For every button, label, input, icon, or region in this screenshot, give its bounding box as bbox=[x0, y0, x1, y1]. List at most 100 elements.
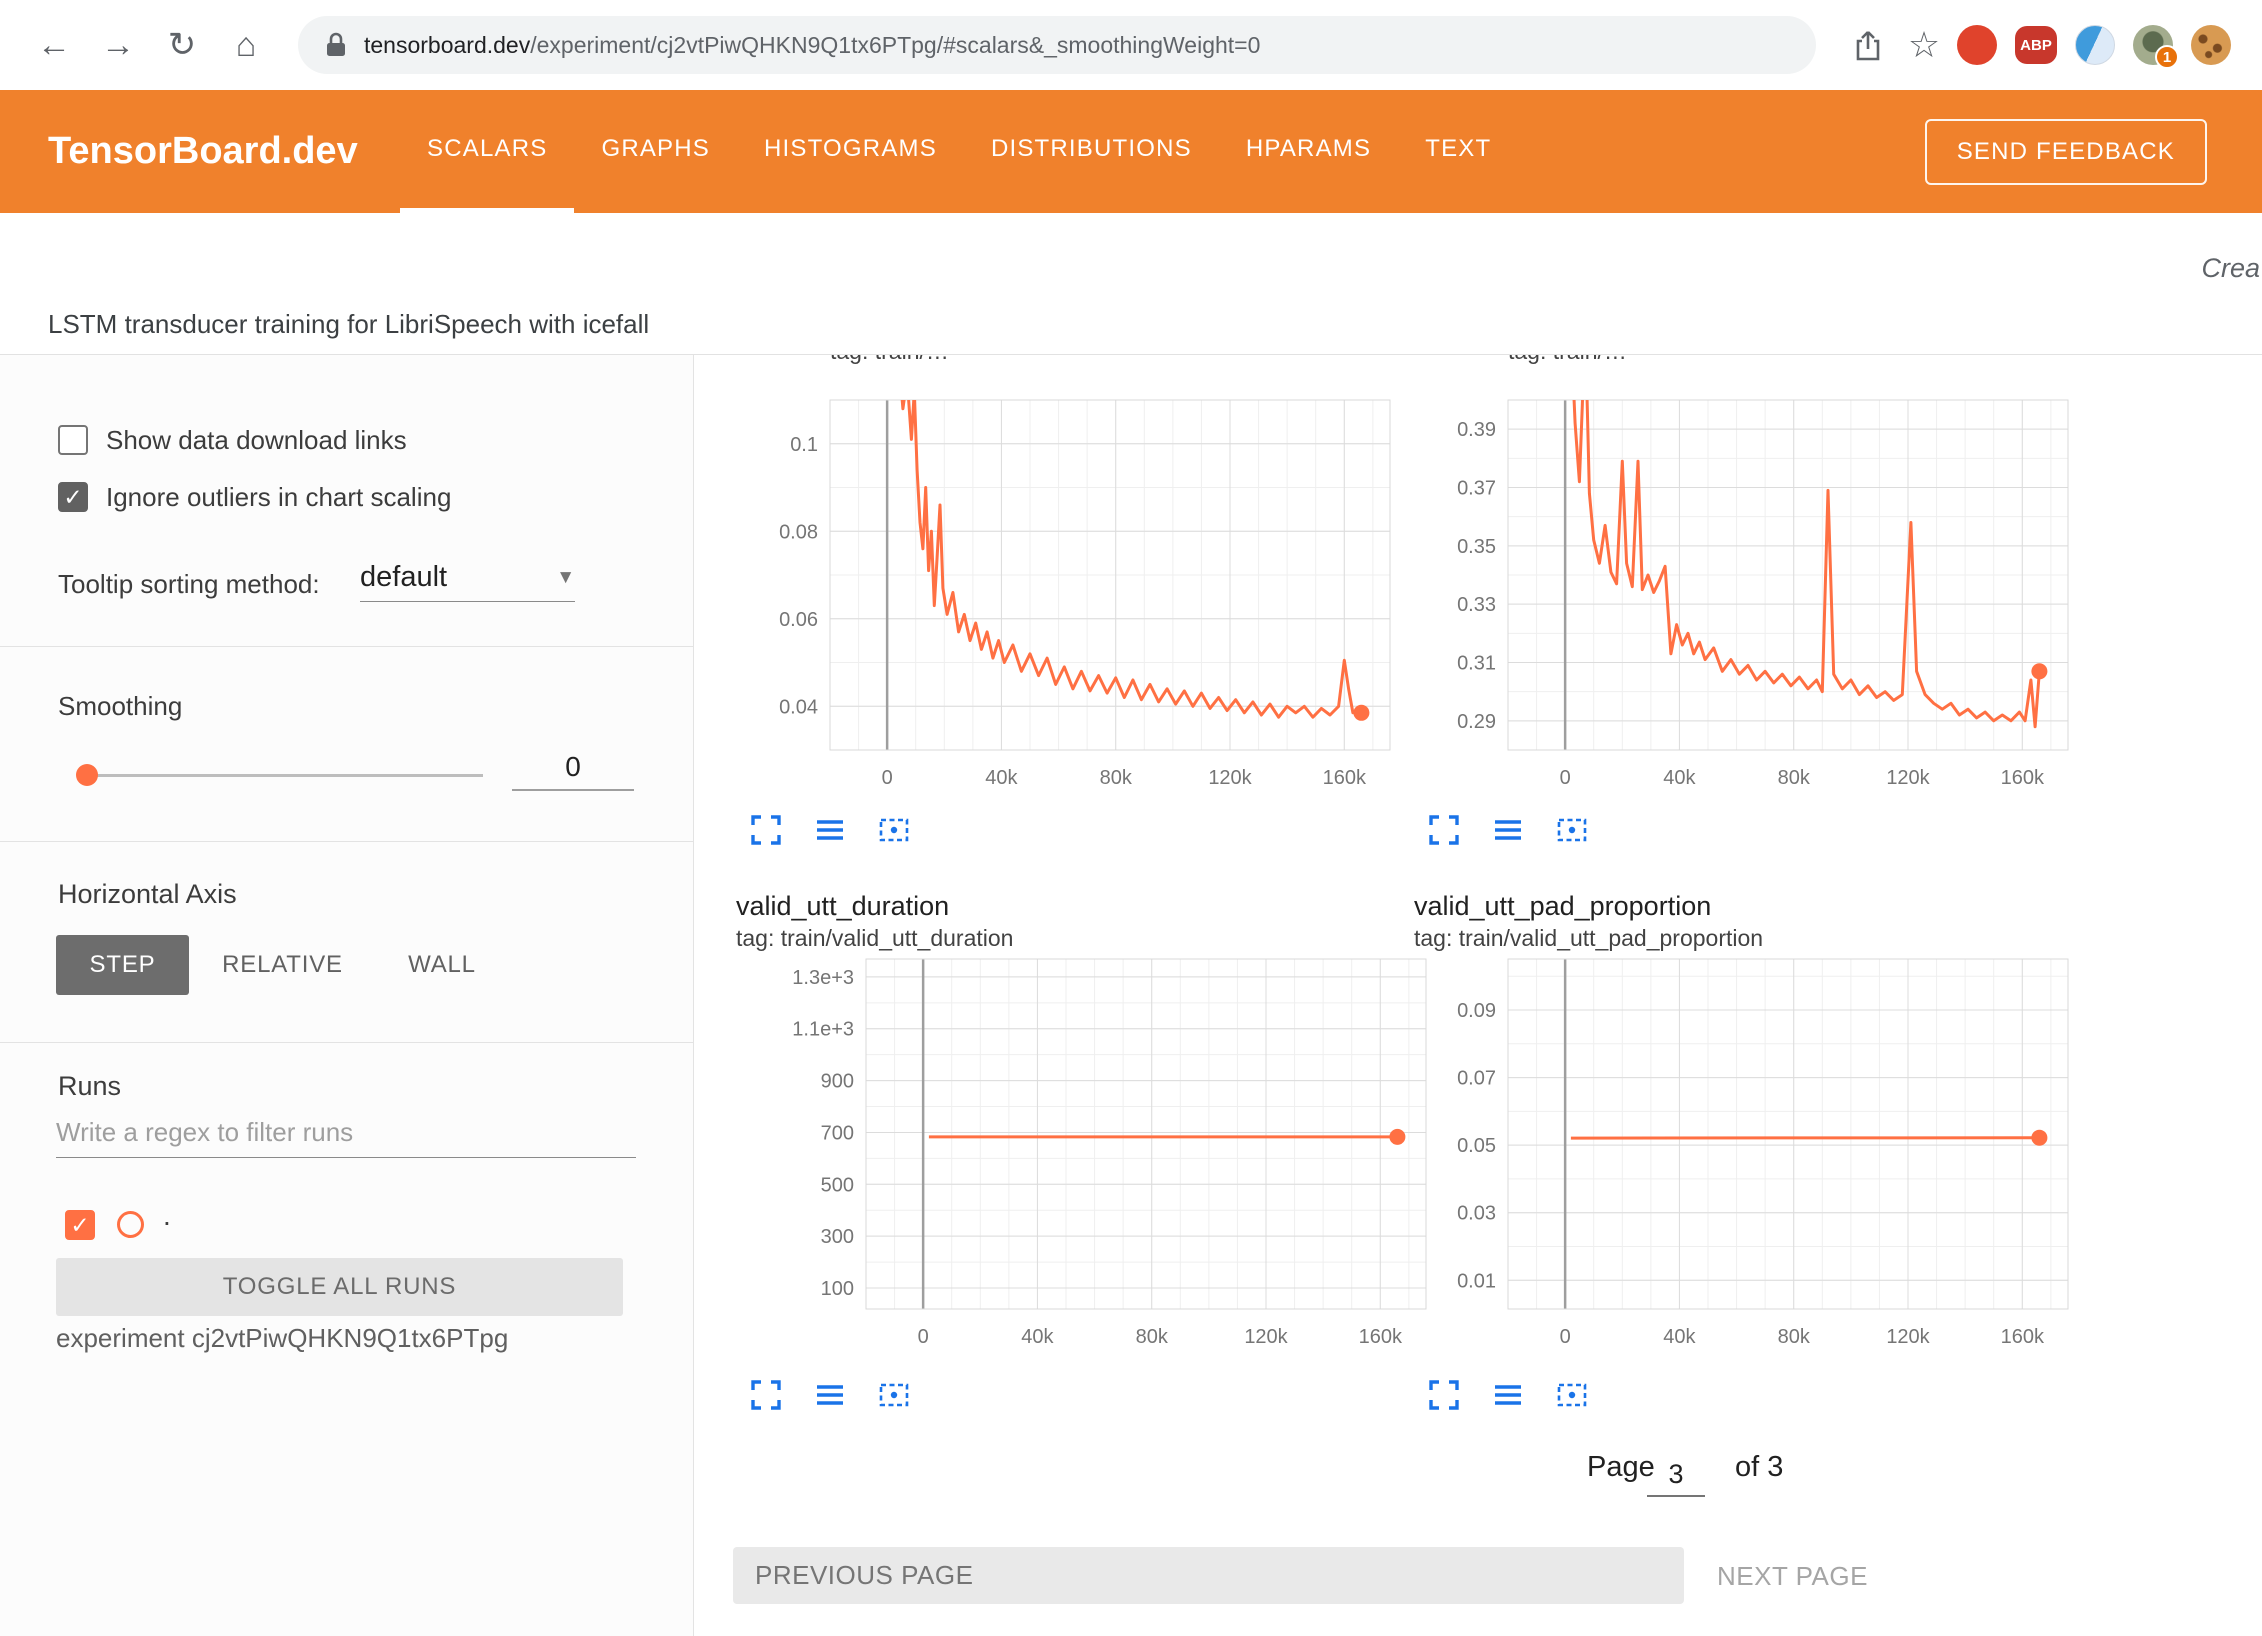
experiment-title: LSTM transducer training for LibriSpeech… bbox=[48, 309, 649, 340]
send-feedback-button[interactable]: SEND FEEDBACK bbox=[1925, 119, 2207, 185]
chart-canvas-bottom-right[interactable]: 040k80k120k160k0.010.030.050.070.09 bbox=[1424, 953, 2078, 1363]
svg-text:160k: 160k bbox=[2001, 1326, 2045, 1348]
svg-text:120k: 120k bbox=[1886, 1326, 1930, 1348]
ignore-outliers-checkbox[interactable]: ✓ bbox=[58, 482, 88, 512]
axis-relative-button[interactable]: RELATIVE bbox=[210, 935, 355, 995]
chart-tag: tag: train/valid_utt_duration bbox=[736, 925, 1013, 952]
ignore-outliers-label: Ignore outliers in chart scaling bbox=[106, 482, 451, 513]
divider bbox=[0, 841, 694, 842]
svg-text:100: 100 bbox=[821, 1278, 854, 1300]
chart-actions bbox=[749, 813, 911, 847]
smoothing-label: Smoothing bbox=[58, 691, 182, 722]
svg-text:80k: 80k bbox=[1136, 1326, 1169, 1348]
abp-extension-icon[interactable]: ABP bbox=[2015, 26, 2057, 64]
tooltip-sorting-label: Tooltip sorting method: bbox=[58, 569, 320, 600]
chart-title: valid_utt_pad_proportion bbox=[1414, 891, 1711, 922]
adblock-extension-icon[interactable] bbox=[1957, 25, 1997, 65]
svg-text:900: 900 bbox=[821, 1071, 854, 1093]
expand-chart-icon[interactable] bbox=[749, 813, 783, 847]
svg-text:1.3e+3: 1.3e+3 bbox=[792, 967, 854, 989]
svg-text:0: 0 bbox=[1560, 1326, 1571, 1348]
runs-filter-input[interactable] bbox=[56, 1108, 636, 1158]
page-label: Page bbox=[1587, 1451, 1655, 1484]
charts-panel: tag: train/… tag: train/… 040k80k120k160… bbox=[695, 355, 2262, 1636]
chart-actions bbox=[749, 1378, 911, 1412]
expand-chart-icon[interactable] bbox=[1427, 813, 1461, 847]
home-icon[interactable]: ⌂ bbox=[222, 21, 270, 69]
share-icon[interactable] bbox=[1844, 21, 1892, 69]
url-text: tensorboard.dev/experiment/cj2vtPiwQHKN9… bbox=[364, 32, 1260, 59]
svg-text:0.04: 0.04 bbox=[779, 696, 818, 718]
axis-step-button[interactable]: STEP bbox=[56, 935, 189, 995]
show-download-links-checkbox[interactable] bbox=[58, 425, 88, 455]
expand-chart-icon[interactable] bbox=[749, 1378, 783, 1412]
back-icon[interactable]: ← bbox=[30, 21, 78, 69]
svg-text:0.29: 0.29 bbox=[1457, 711, 1496, 733]
tab-distributions[interactable]: DISTRIBUTIONS bbox=[964, 90, 1219, 213]
svg-text:40k: 40k bbox=[1021, 1326, 1054, 1348]
svg-text:0: 0 bbox=[918, 1326, 929, 1348]
axis-wall-button[interactable]: WALL bbox=[392, 935, 492, 995]
tooltip-sorting-dropdown[interactable]: default ▼ bbox=[360, 561, 575, 602]
smoothing-slider-thumb[interactable] bbox=[76, 764, 98, 786]
runs-menu-icon[interactable] bbox=[813, 1378, 847, 1412]
svg-text:0.01: 0.01 bbox=[1457, 1270, 1496, 1292]
chart-canvas-bottom-left[interactable]: 040k80k120k160k1003005007009001.1e+31.3e… bbox=[782, 953, 1436, 1363]
next-page-button[interactable]: NEXT PAGE bbox=[1717, 1561, 1868, 1592]
url-path: /experiment/cj2vtPiwQHKN9Q1tx6PTpg/#scal… bbox=[530, 32, 1260, 58]
app-logo[interactable]: TensorBoard.dev bbox=[48, 130, 348, 173]
svg-text:40k: 40k bbox=[1663, 767, 1696, 789]
svg-text:500: 500 bbox=[821, 1174, 854, 1196]
tab-scalars[interactable]: SCALARS bbox=[400, 90, 574, 213]
chart-actions bbox=[1427, 813, 1589, 847]
profile-avatar[interactable]: 1 bbox=[2133, 25, 2173, 65]
svg-text:40k: 40k bbox=[985, 767, 1018, 789]
runs-menu-icon[interactable] bbox=[1491, 1378, 1525, 1412]
svg-text:700: 700 bbox=[821, 1122, 854, 1144]
svg-text:0.03: 0.03 bbox=[1457, 1203, 1496, 1225]
smoothing-value-input[interactable] bbox=[512, 745, 634, 791]
run-checkbox[interactable]: ✓ bbox=[65, 1210, 95, 1240]
svg-text:160k: 160k bbox=[2001, 767, 2045, 789]
svg-text:0.08: 0.08 bbox=[779, 521, 818, 543]
cookie-extension-icon[interactable] bbox=[2191, 25, 2231, 65]
tab-graphs[interactable]: GRAPHS bbox=[574, 90, 737, 213]
fit-domain-icon[interactable] bbox=[1555, 813, 1589, 847]
chart-canvas-top-right[interactable]: 040k80k120k160k0.290.310.330.350.370.39 bbox=[1424, 394, 2078, 804]
svg-text:0.07: 0.07 bbox=[1457, 1068, 1496, 1090]
horizontal-axis-label: Horizontal Axis bbox=[58, 879, 237, 910]
fit-domain-icon[interactable] bbox=[877, 1378, 911, 1412]
page-number-input[interactable] bbox=[1647, 1453, 1705, 1497]
previous-page-button[interactable]: PREVIOUS PAGE bbox=[733, 1547, 1684, 1604]
svg-text:0.06: 0.06 bbox=[779, 609, 818, 631]
tab-hparams[interactable]: HPARAMS bbox=[1219, 90, 1398, 213]
url-domain: tensorboard.dev bbox=[364, 32, 530, 58]
run-name-label: . bbox=[163, 1200, 171, 1232]
url-bar[interactable]: tensorboard.dev/experiment/cj2vtPiwQHKN9… bbox=[298, 16, 1816, 74]
share-icon-svg bbox=[1852, 27, 1884, 63]
refresh-icon[interactable]: ↻ bbox=[158, 21, 206, 69]
runs-menu-icon[interactable] bbox=[1491, 813, 1525, 847]
fit-domain-icon[interactable] bbox=[877, 813, 911, 847]
toggle-all-runs-button[interactable]: TOGGLE ALL RUNS bbox=[56, 1258, 623, 1316]
tab-text[interactable]: TEXT bbox=[1398, 90, 1518, 213]
settings-sidebar: Show data download links ✓ Ignore outlie… bbox=[0, 355, 694, 1636]
fit-domain-icon[interactable] bbox=[1555, 1378, 1589, 1412]
tab-histograms[interactable]: HISTOGRAMS bbox=[737, 90, 964, 213]
expand-chart-icon[interactable] bbox=[1427, 1378, 1461, 1412]
svg-text:0.09: 0.09 bbox=[1457, 1000, 1496, 1022]
runs-menu-icon[interactable] bbox=[813, 813, 847, 847]
blue-extension-icon[interactable] bbox=[2075, 25, 2115, 65]
svg-text:0.37: 0.37 bbox=[1457, 478, 1496, 500]
svg-text:80k: 80k bbox=[1100, 767, 1133, 789]
main-nav: SCALARS GRAPHS HISTOGRAMS DISTRIBUTIONS … bbox=[400, 90, 1518, 213]
smoothing-slider-track[interactable] bbox=[87, 774, 483, 777]
svg-text:160k: 160k bbox=[1359, 1326, 1403, 1348]
bookmark-star-icon[interactable]: ☆ bbox=[1900, 24, 1948, 66]
svg-text:80k: 80k bbox=[1778, 1326, 1811, 1348]
forward-icon[interactable]: → bbox=[94, 21, 142, 69]
chart-canvas-top-left[interactable]: 040k80k120k160k0.040.060.080.1 bbox=[746, 394, 1400, 804]
svg-text:160k: 160k bbox=[1323, 767, 1367, 789]
chart-title: valid_utt_duration bbox=[736, 891, 949, 922]
svg-text:0.39: 0.39 bbox=[1457, 419, 1496, 441]
